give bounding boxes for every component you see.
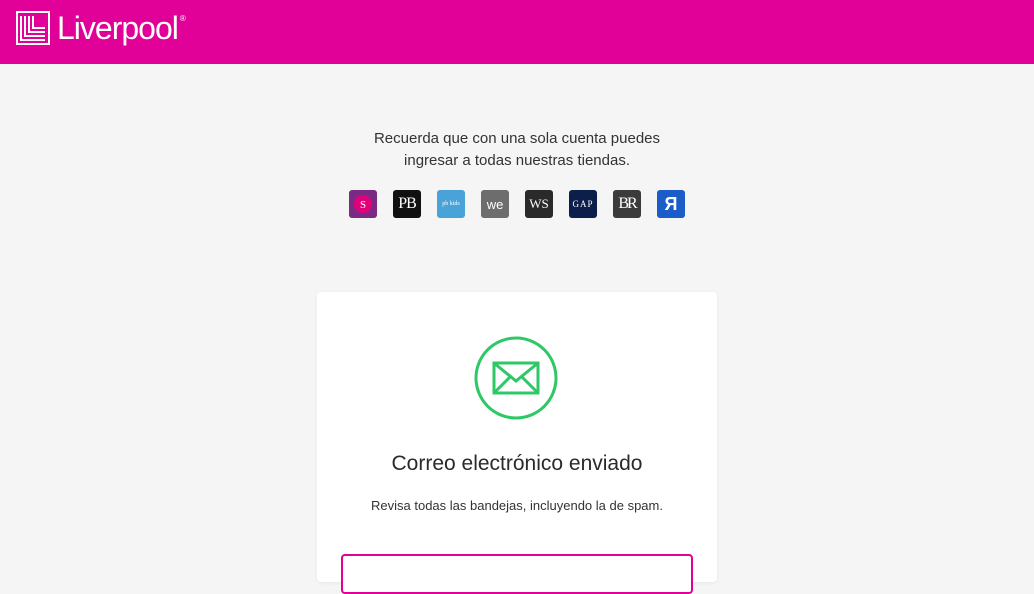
toys-r-us-icon: Я — [657, 190, 685, 218]
notice-line-2: ingresar a todas nuestras tiendas. — [404, 152, 630, 169]
store-logos: S PB pb kids we WS GAP BR Я — [349, 190, 685, 218]
pottery-barn-kids-icon: pb kids — [437, 190, 465, 218]
registered-mark: ® — [179, 14, 186, 23]
pottery-barn-icon: PB — [393, 190, 421, 218]
confirmation-title: Correo electrónico enviado — [391, 452, 643, 475]
williams-sonoma-icon: WS — [525, 190, 553, 218]
liverpool-logo-icon — [16, 11, 50, 45]
primary-action-button[interactable] — [341, 554, 693, 594]
envelope-icon — [474, 336, 558, 420]
svg-text:S: S — [360, 199, 366, 211]
gap-icon: GAP — [569, 190, 597, 218]
west-elm-icon: we — [481, 190, 509, 218]
accounts-notice: Recuerda que con una sola cuenta puedes … — [0, 128, 1034, 172]
brand-name: Liverpool — [57, 9, 179, 46]
confirmation-card: Correo electrónico enviado Revisa todas … — [317, 292, 717, 594]
liverpool-logo[interactable]: Liverpool ® — [15, 8, 186, 48]
notice-line-1: Recuerda que con una sola cuenta puedes — [373, 130, 661, 147]
suburbia-icon: S — [349, 190, 377, 218]
confirmation-subtitle: Revisa todas las bandejas, incluyendo la… — [371, 498, 663, 513]
header-bar: Liverpool ® — [0, 0, 1034, 64]
banana-republic-icon: BR — [613, 190, 641, 218]
